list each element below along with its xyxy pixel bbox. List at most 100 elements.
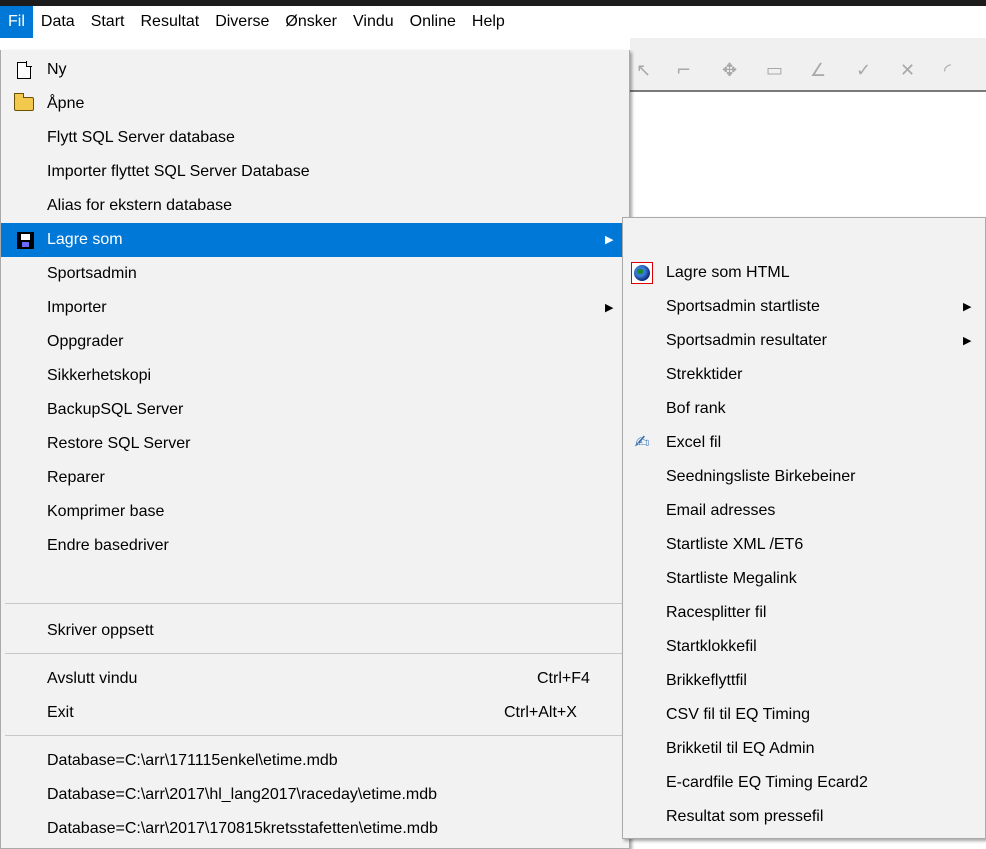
submenu-item-sportsadmin-results[interactable]: Sportsadmin resultater ▶: [623, 324, 985, 358]
menu-item-label: Lagre som HTML: [666, 264, 790, 281]
menu-item-change-driver[interactable]: Endre basedriver: [1, 529, 629, 563]
menu-item-label: Resultat som pressefil: [666, 808, 824, 825]
move-tool-icon[interactable]: ✥: [722, 60, 737, 81]
menu-item-move-sql-database[interactable]: Flytt SQL Server database: [1, 121, 629, 155]
menu-item-label: Seedningsliste Birkebeiner: [666, 468, 856, 485]
menu-online[interactable]: Online: [402, 6, 464, 38]
menu-item-label: Restore SQL Server: [47, 435, 191, 452]
menu-item-label: Excel fil: [666, 434, 722, 451]
curve-tool-icon[interactable]: ◜: [944, 60, 951, 81]
submenu-item-bof-rank[interactable]: Bof rank: [623, 392, 985, 426]
menu-item-label: Bof rank: [666, 400, 726, 417]
submenu-arrow-icon: ▶: [605, 234, 614, 246]
submenu-item-csv-eq-timing[interactable]: CSV fil til EQ Timing: [623, 698, 985, 732]
menu-item-label: Avslutt vindu: [47, 670, 138, 687]
submenu-item-start-clock-file[interactable]: Startklokkefil: [623, 630, 985, 664]
menu-item-label: Åpne: [47, 95, 85, 112]
menu-item-label: Sikkerhetskopi: [47, 367, 152, 384]
menu-item-import-moved-sql-database[interactable]: Importer flyttet SQL Server Database: [1, 155, 629, 189]
menu-item-backup[interactable]: Sikkerhetskopi: [1, 359, 629, 393]
check-tool-icon[interactable]: ✓: [856, 60, 871, 81]
shortcut-label: Ctrl+F4: [537, 670, 590, 687]
menu-item-label: Komprimer base: [47, 503, 165, 520]
menu-item-label: Skriver oppsett: [47, 622, 154, 639]
menu-item-recent-database[interactable]: Database=C:\arr\2017\hl_lang2017\raceday…: [1, 778, 629, 812]
floppy-disk-icon: [14, 223, 36, 257]
menu-data[interactable]: Data: [33, 6, 83, 38]
submenu-item-excel-file[interactable]: ✍ Excel fil: [623, 426, 985, 460]
menu-bar: Fil Data Start Resultat Diverse Ønsker V…: [0, 6, 986, 38]
submenu-item-startlist-xml[interactable]: Startliste XML /ET6: [623, 528, 985, 562]
submenu-item-save-as-html[interactable]: Lagre som HTML: [623, 256, 985, 290]
menu-item-label: Reparer: [47, 469, 105, 486]
submenu-item-sportsadmin-startlist[interactable]: Sportsadmin startliste ▶: [623, 290, 985, 324]
cross-tool-icon[interactable]: ✕: [900, 60, 915, 81]
menu-item-label: Startklokkefil: [666, 638, 757, 655]
menu-item-exit[interactable]: Exit Ctrl+Alt+X: [1, 696, 629, 730]
submenu-item-split-times[interactable]: Strekktider: [623, 358, 985, 392]
menu-item-label: Exit: [47, 704, 74, 721]
menu-item-label: Email adresses: [666, 502, 776, 519]
menu-diverse[interactable]: Diverse: [207, 6, 277, 38]
submenu-item-ecard-file[interactable]: E-cardfile EQ Timing Ecard2: [623, 766, 985, 800]
menu-item-label: Flytt SQL Server database: [47, 129, 235, 146]
menu-item-printer-setup[interactable]: Skriver oppsett: [1, 614, 629, 648]
menu-item-open[interactable]: Åpne: [1, 87, 629, 121]
shortcut-label: Ctrl+Alt+X: [504, 704, 577, 721]
menu-item-label: Importer: [47, 299, 107, 316]
menu-item-close-window[interactable]: Avslutt vindu Ctrl+F4: [1, 662, 629, 696]
menu-item-repair[interactable]: Reparer: [1, 461, 629, 495]
new-document-icon: [13, 53, 35, 87]
menu-item-label: Brikketil til EQ Admin: [666, 740, 815, 757]
menu-help[interactable]: Help: [464, 6, 513, 38]
save-as-submenu: Lagre som HTML Sportsadmin startliste ▶ …: [622, 217, 986, 839]
menu-item-label: Racesplitter fil: [666, 604, 767, 621]
menu-onsker[interactable]: Ønsker: [277, 6, 345, 38]
menu-item-label: Oppgrader: [47, 333, 124, 350]
menu-start[interactable]: Start: [83, 6, 133, 38]
menu-separator: [5, 735, 625, 736]
submenu-item-startlist-megalink[interactable]: Startliste Megalink: [623, 562, 985, 596]
menu-separator: [5, 653, 625, 654]
menu-item-label: Ny: [47, 61, 67, 78]
menu-item-save-as[interactable]: Lagre som ▶: [1, 223, 629, 257]
menu-item-compress-base[interactable]: Komprimer base: [1, 495, 629, 529]
file-menu: Ny Åpne Flytt SQL Server database Import…: [0, 50, 630, 849]
menu-separator: [5, 603, 625, 604]
menu-item-label: Startliste Megalink: [666, 570, 797, 587]
submenu-item-chip-eq-admin[interactable]: Brikketil til EQ Admin: [623, 732, 985, 766]
pointer-tool-icon[interactable]: ↖: [636, 60, 651, 81]
menu-item-label: BackupSQL Server: [47, 401, 184, 418]
menu-item-label: Sportsadmin resultater: [666, 332, 827, 349]
menu-fil[interactable]: Fil: [0, 6, 33, 38]
menu-item-new[interactable]: Ny: [1, 53, 629, 87]
menu-resultat[interactable]: Resultat: [132, 6, 207, 38]
excel-icon: ✍: [634, 432, 650, 453]
menu-item-label: E-cardfile EQ Timing Ecard2: [666, 774, 868, 791]
submenu-item-seeding-list[interactable]: Seedningsliste Birkebeiner: [623, 460, 985, 494]
submenu-item-chip-move-file[interactable]: Brikkeflyttfil: [623, 664, 985, 698]
submenu-item-email-addresses[interactable]: Email adresses: [623, 494, 985, 528]
submenu-arrow-icon: ▶: [605, 302, 614, 314]
menu-item-label: Database=C:\arr\2017\170815kretsstafette…: [47, 820, 438, 837]
menu-vindu[interactable]: Vindu: [345, 6, 402, 38]
menu-item-recent-database[interactable]: Database=C:\arr\171115enkel\etime.mdb: [1, 744, 629, 778]
menu-item-restore-sql-server[interactable]: Restore SQL Server: [1, 427, 629, 461]
menu-item-label: Brikkeflyttfil: [666, 672, 747, 689]
submenu-item-racesplitter-file[interactable]: Racesplitter fil: [623, 596, 985, 630]
submenu-item-press-results[interactable]: Resultat som pressefil: [623, 800, 985, 834]
line-tool-icon[interactable]: ▭: [766, 60, 783, 81]
menu-item-label: Database=C:\arr\171115enkel\etime.mdb: [47, 752, 338, 769]
menu-item-upgrade[interactable]: Oppgrader: [1, 325, 629, 359]
menu-item-external-database-alias[interactable]: Alias for ekstern database: [1, 189, 629, 223]
menu-item-label: Lagre som: [47, 231, 123, 248]
menu-item-label: CSV fil til EQ Timing: [666, 706, 811, 723]
globe-icon: [630, 256, 654, 290]
menu-item-backup-sql-server[interactable]: BackupSQL Server: [1, 393, 629, 427]
angle-tool-icon[interactable]: ∠: [810, 60, 826, 81]
menu-item-import[interactable]: Importer ▶: [1, 291, 629, 325]
menu-item-label: Database=C:\arr\2017\hl_lang2017\raceday…: [47, 786, 438, 803]
node-tool-icon[interactable]: ⌐: [676, 60, 691, 81]
menu-item-sportsadmin[interactable]: Sportsadmin: [1, 257, 629, 291]
menu-item-recent-database[interactable]: Database=C:\arr\2017\170815kretsstafette…: [1, 812, 629, 846]
